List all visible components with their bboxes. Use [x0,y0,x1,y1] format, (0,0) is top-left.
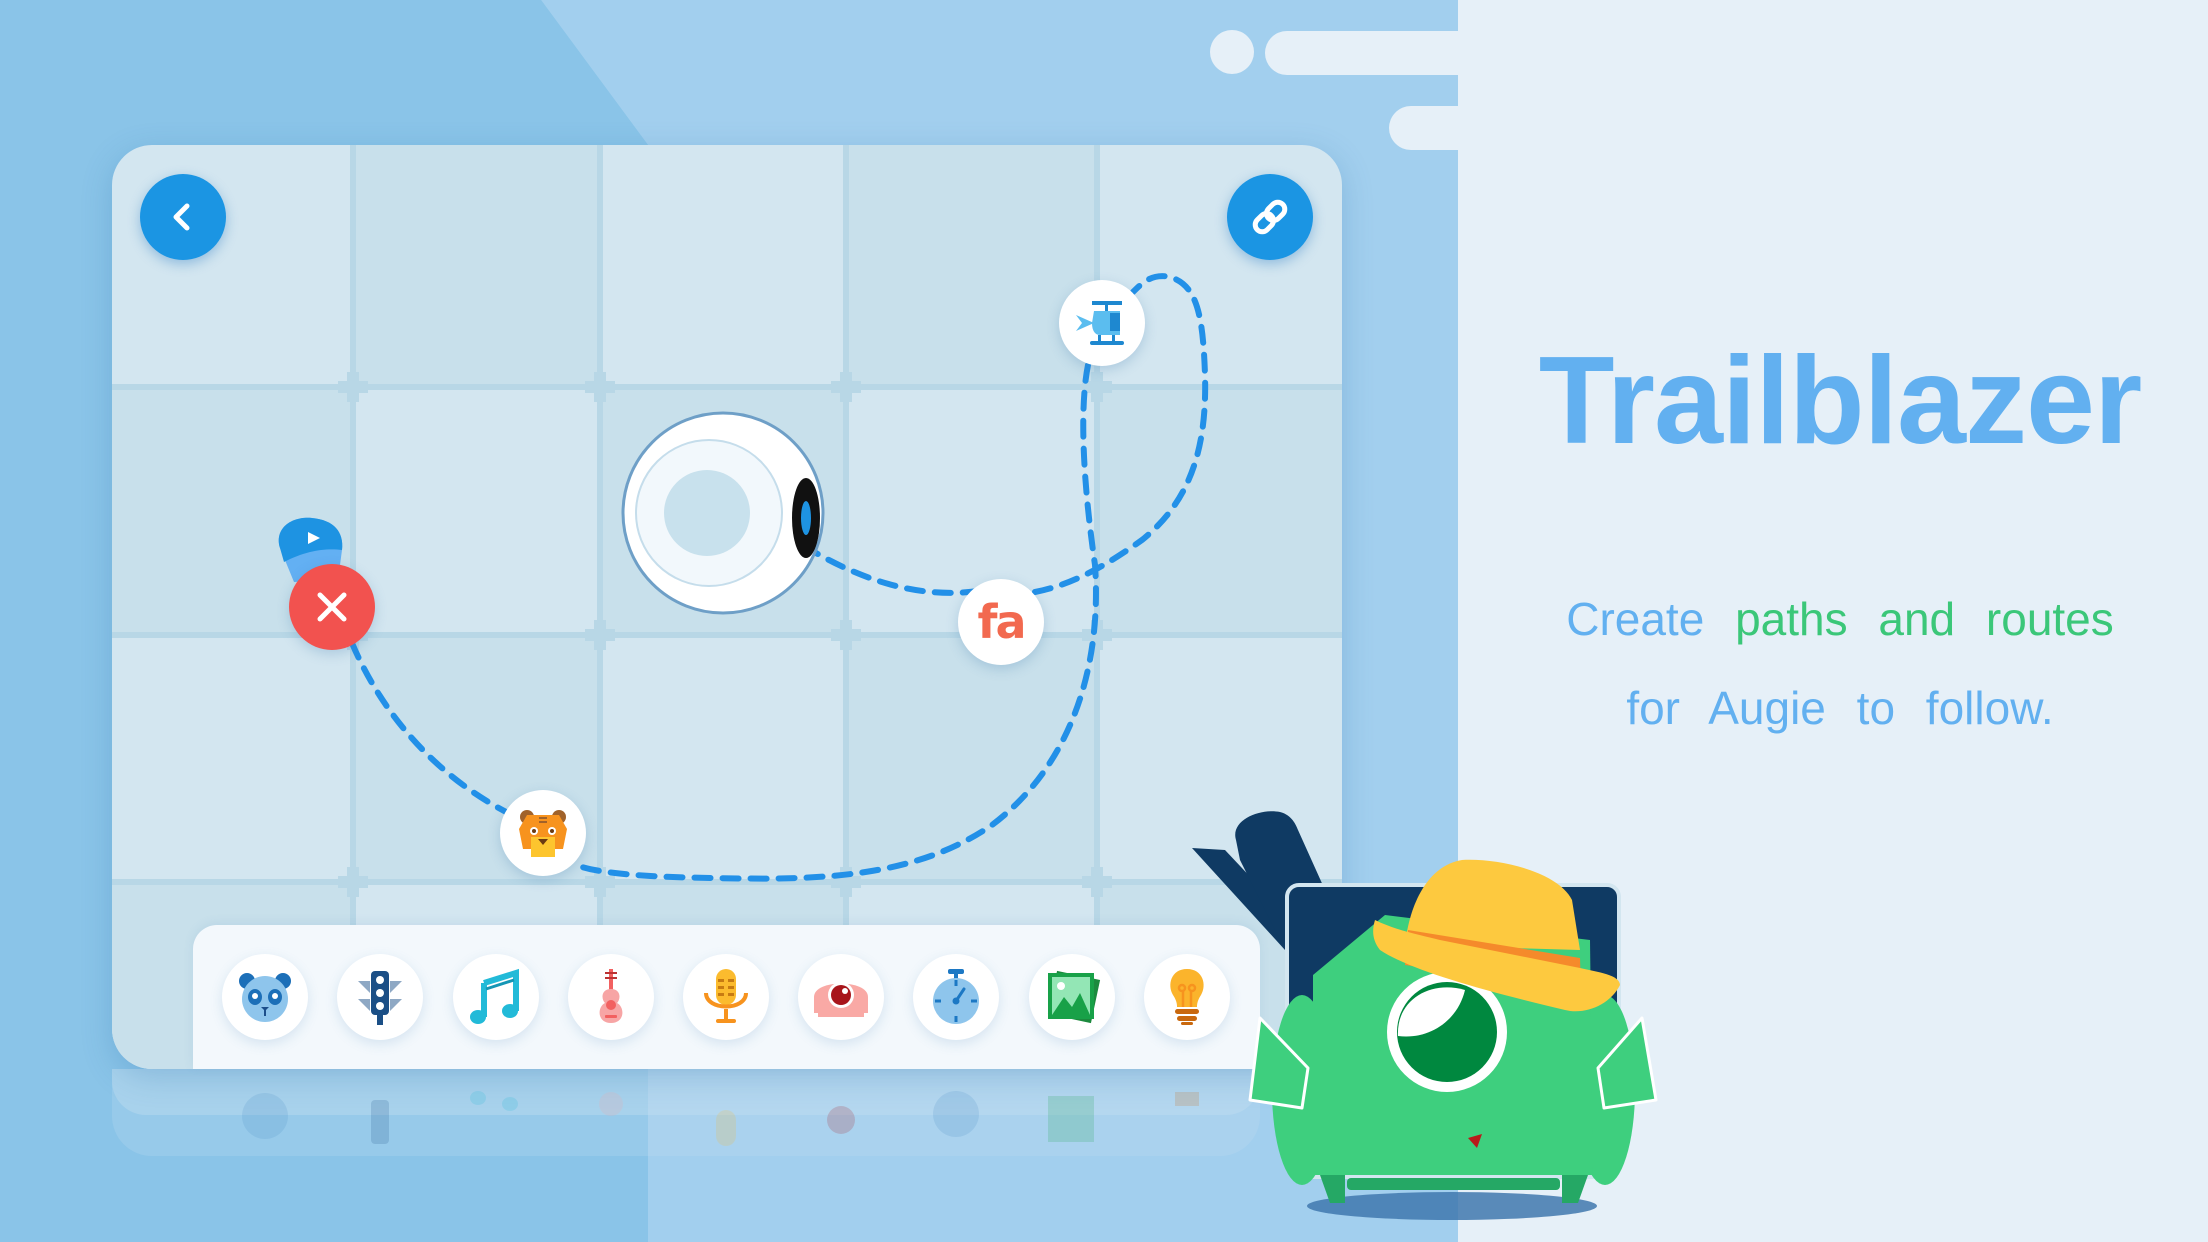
subtitle-word-highlight: paths [1735,593,1848,645]
toolbar-item-traffic-light[interactable] [337,954,423,1040]
microphone-icon [704,969,748,1023]
link-icon [1252,199,1288,235]
cloud-bar-end [1430,0,1458,30]
music-note-icon [470,968,519,1024]
cloud-dot [1210,30,1254,74]
stopwatch-icon [933,969,979,1024]
cloud-pill-2 [1389,106,1500,150]
picture-icon [1047,970,1101,1024]
guitar-icon [599,969,623,1023]
toolbar-item-guitar[interactable] [568,954,654,1040]
fa-text-icon: fa [977,595,1026,649]
augie-robot[interactable] [618,408,830,620]
waypoint-fa[interactable]: fa [958,579,1044,665]
camera-icon [814,982,868,1017]
app-title: Trailblazer [1538,332,2142,470]
waypoint-tiger[interactable] [500,790,586,876]
dark-band [0,0,648,145]
back-button[interactable] [140,174,226,260]
toolbar-item-music[interactable] [453,954,539,1040]
cloud-decoration [1210,0,1500,160]
traffic-light-icon [358,971,402,1025]
panda-icon [239,973,291,1022]
cloud-bar [1270,0,1458,30]
chevron-left-icon [173,203,190,231]
card-reflection-inner [112,1069,1260,1115]
toolbar-item-stopwatch[interactable] [913,954,999,1040]
subtitle-word-highlight: routes [1985,593,2114,645]
subtitle-word: Create [1566,593,1705,645]
toolbar-item-microphone[interactable] [683,954,769,1040]
link-button[interactable] [1227,174,1313,260]
cloud-pill-1 [1265,31,1500,75]
mascot-shadow [1307,1192,1597,1220]
toolbar-item-panda[interactable] [222,954,308,1040]
close-icon [317,592,347,622]
subtitle-line-2: for Augie to follow. [1626,682,2054,734]
toolbar-item-pictures[interactable] [1029,954,1115,1040]
tiger-icon [519,810,567,857]
subtitle-line-1: Create paths and routes [1500,592,2180,646]
helicopter-icon [1076,301,1124,345]
toolbar-item-camera[interactable] [798,954,884,1040]
waypoint-helicopter[interactable] [1059,280,1145,366]
icon-toolbar [193,925,1260,1069]
delete-button[interactable] [289,564,375,650]
subtitle-word-highlight: and [1878,593,1956,645]
augie-mascot [1192,811,1658,1220]
